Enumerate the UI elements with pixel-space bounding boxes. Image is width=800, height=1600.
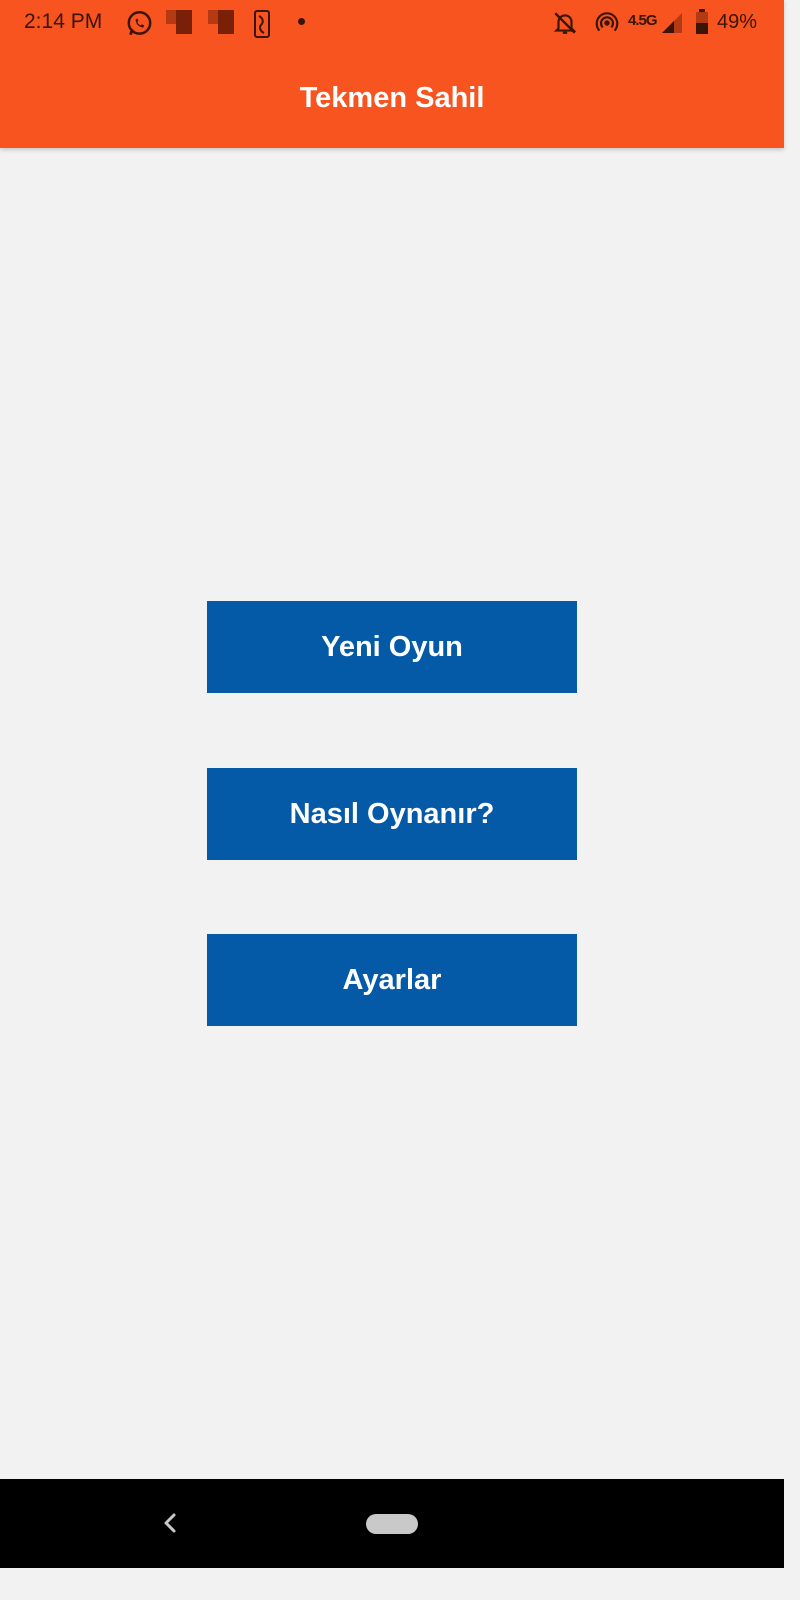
- dot-icon: [298, 18, 305, 25]
- home-pill-icon[interactable]: [366, 1514, 418, 1534]
- navigation-bar: [0, 1479, 784, 1568]
- signal-icon: [662, 13, 682, 33]
- back-icon[interactable]: [158, 1509, 182, 1537]
- app-bar: 2:14 PM 4.5G 49% Tekmen Sahil: [0, 0, 784, 148]
- hotspot-icon: [595, 12, 619, 32]
- status-bar: 2:14 PM 4.5G 49%: [0, 0, 784, 46]
- status-time: 2:14 PM: [24, 10, 103, 33]
- muted-bell-icon: [553, 12, 577, 34]
- app-title: Tekmen Sahil: [299, 82, 485, 114]
- network-4.5g-icon: 4.5G: [628, 12, 658, 29]
- notification-icon: [166, 10, 192, 34]
- how-to-play-button[interactable]: Nasıl Oynanır?: [207, 768, 577, 860]
- new-game-button[interactable]: Yeni Oyun: [207, 601, 577, 693]
- battery-icon: [696, 9, 708, 34]
- whatsapp-icon: [127, 11, 152, 36]
- notification-icon: [208, 10, 234, 34]
- battery-percent: 49%: [717, 11, 758, 33]
- nba-icon: [254, 10, 270, 38]
- settings-button[interactable]: Ayarlar: [207, 934, 577, 1026]
